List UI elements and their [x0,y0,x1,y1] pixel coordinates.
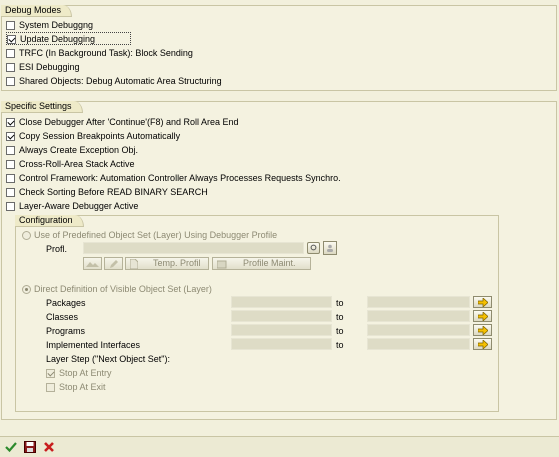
check-icon[interactable] [5,441,17,453]
classes-from-input[interactable] [231,310,332,322]
radio-predefined-object-set[interactable] [22,231,31,240]
temp-profile-button[interactable]: Temp. Profil [125,257,209,270]
checkbox-label: Stop At Exit [59,382,106,392]
checkbox-label: Close Debugger After 'Continue'(F8) and … [19,117,239,127]
profile-user-button[interactable] [323,241,337,255]
save-icon[interactable] [24,441,36,453]
checkbox-label: Control Framework: Automation Controller… [19,173,341,183]
settings-icon [217,260,227,269]
range-label-implemented-interfaces: Implemented Interfaces [46,340,141,350]
checkbox-label: ESI Debugging [19,62,80,72]
checkbox-box[interactable] [46,369,55,378]
profile-refresh-button[interactable] [307,242,320,254]
checkbox-box[interactable] [6,146,15,155]
interfaces-from-input[interactable] [231,338,332,350]
interfaces-multiple-selection-button[interactable] [473,338,492,350]
user-icon [327,244,333,252]
profile-tool-button-1[interactable] [83,257,102,270]
to-label: to [336,298,344,308]
configuration-title: Configuration [15,215,84,227]
classes-multiple-selection-button[interactable] [473,310,492,322]
profile-maint-label: Profile Maint. [243,258,296,268]
programs-to-input[interactable] [367,324,470,336]
checkbox-label: Cross-Roll-Area Stack Active [19,159,135,169]
checkbox-box[interactable] [46,383,55,392]
profile-input[interactable] [83,242,304,254]
multiple-selection-arrow-icon [478,312,488,321]
programs-from-input[interactable] [231,324,332,336]
checkbox-label: Stop At Entry [59,368,112,378]
range-label-programs: Programs [46,326,86,336]
checkbox-label: Copy Session Breakpoints Automatically [19,131,181,141]
debug-modes-title: Debug Modes [1,5,73,17]
packages-to-input[interactable] [367,296,470,308]
checkbox-box[interactable] [6,49,15,58]
checkbox-label: TRFC (In Background Task): Block Sending [19,48,193,58]
interfaces-to-input[interactable] [367,338,470,350]
mountain-icon [86,262,99,267]
layer-step-label: Layer Step ("Next Object Set"): [46,354,170,364]
to-label: to [336,312,344,322]
cancel-icon[interactable] [43,441,55,453]
profile-edit-button[interactable] [104,257,123,270]
configuration-group: Configuration Use of Predefined Object S… [15,215,499,412]
range-label-classes: Classes [46,312,79,322]
profile-label: Profl. [46,244,68,254]
range-label-packages: Packages [46,298,86,308]
programs-multiple-selection-button[interactable] [473,324,492,336]
checkbox-label: System Debuggng [19,20,94,30]
checkbox-box[interactable] [6,174,15,183]
checkbox-label: Layer-Aware Debugger Active [19,201,139,211]
checkbox-box[interactable] [6,77,15,86]
checkbox-label: Shared Objects: Debug Automatic Area Str… [19,76,222,86]
multiple-selection-arrow-icon [478,298,488,307]
checkbox-label: Check Sorting Before READ BINARY SEARCH [19,187,208,197]
classes-to-input[interactable] [367,310,470,322]
temp-profile-label: Temp. Profil [153,258,201,268]
radio-direct-label: Direct Definition of Visible Object Set … [34,284,212,294]
bottom-toolbar [0,436,559,457]
radio-predefined-label: Use of Predefined Object Set (Layer) Usi… [34,230,278,240]
radio-direct-definition[interactable] [22,285,31,294]
checkbox-box[interactable] [6,202,15,211]
checkbox-box[interactable] [6,118,15,127]
checkbox-label: Always Create Exception Obj. [19,145,139,155]
pencil-icon [110,260,118,268]
checkbox-box[interactable] [6,63,15,72]
debug-modes-group: Debug Modes System Debuggng Update Debug… [1,5,557,91]
multiple-selection-arrow-icon [478,340,488,349]
refresh-icon [310,244,317,251]
packages-from-input[interactable] [231,296,332,308]
specific-settings-group: Specific Settings Close Debugger After '… [1,101,557,420]
checkbox-label: Update Debugging [20,34,96,44]
checkbox-box[interactable] [7,35,16,44]
packages-multiple-selection-button[interactable] [473,296,492,308]
checkbox-box[interactable] [6,160,15,169]
checkbox-box[interactable] [6,21,15,30]
to-label: to [336,340,344,350]
checkbox-box[interactable] [6,188,15,197]
document-icon [130,259,138,269]
to-label: to [336,326,344,336]
multiple-selection-arrow-icon [478,326,488,335]
profile-maint-button[interactable]: Profile Maint. [212,257,311,270]
specific-settings-title: Specific Settings [1,101,83,113]
checkbox-box[interactable] [6,132,15,141]
